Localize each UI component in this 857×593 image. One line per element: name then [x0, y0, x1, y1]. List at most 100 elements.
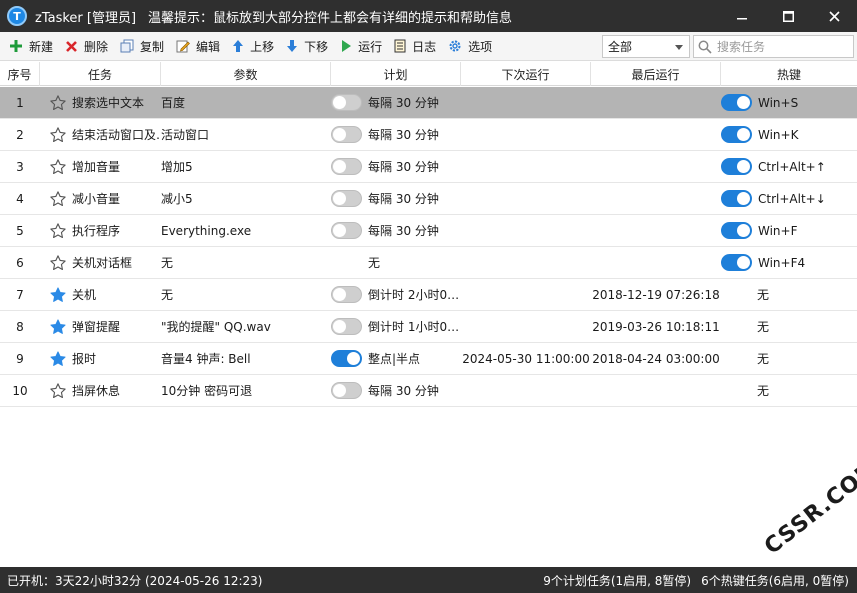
task-name: 报时 — [72, 352, 97, 366]
hotkey-toggle[interactable] — [721, 254, 752, 271]
plan-toggle[interactable] — [331, 222, 362, 239]
plan-text: 每隔 30 分钟 — [368, 128, 439, 142]
col-header-plan[interactable]: 计划 — [331, 62, 461, 86]
toggle-knob — [737, 224, 750, 237]
star-outline-icon[interactable] — [49, 94, 67, 112]
minimize-button[interactable] — [719, 0, 765, 32]
plan-text: 无 — [368, 256, 381, 270]
table-row[interactable]: 4 减小音量 减小5 每隔 30 分钟 Ctrl+Alt+↓ — [0, 183, 857, 215]
hotkey-cell: Win+K — [721, 126, 857, 143]
plan-text: 每隔 30 分钟 — [368, 384, 439, 398]
star-outline-icon[interactable] — [49, 158, 67, 176]
table-row[interactable]: 10 挡屏休息 10分钟 密码可退 每隔 30 分钟 无 — [0, 375, 857, 407]
chevron-down-icon — [675, 45, 683, 50]
table-row[interactable]: 6 关机对话框 无 无 Win+F4 — [0, 247, 857, 279]
star-outline-icon[interactable] — [49, 254, 67, 272]
hotkey-text: Ctrl+Alt+↑ — [758, 159, 826, 174]
plan-toggle[interactable] — [331, 286, 362, 303]
options-label: 选项 — [468, 39, 493, 54]
plan-toggle[interactable] — [331, 190, 362, 207]
close-icon — [828, 10, 840, 22]
table-row[interactable]: 8 弹窗提醒 "我的提醒" QQ.wav 倒计时 1小时0… 2019-03-26 10… — [0, 311, 857, 343]
hotkey-toggle[interactable] — [721, 158, 752, 175]
plan-cell: 无 — [331, 254, 461, 271]
hotkey-cell: 无 — [721, 382, 857, 399]
last-run-cell: 2019-03-26 10:18:11 — [592, 319, 720, 334]
col-header-last-run[interactable]: 最后运行 — [591, 62, 721, 86]
maximize-button[interactable] — [765, 0, 811, 32]
table-row[interactable]: 5 执行程序 Everything.exe 每隔 30 分钟 Win+F — [0, 215, 857, 247]
hotkey-toggle[interactable] — [721, 190, 752, 207]
plan-toggle[interactable] — [331, 318, 362, 335]
row-number: 4 — [16, 191, 24, 206]
close-button[interactable] — [811, 0, 857, 32]
plan-cell: 每隔 30 分钟 — [331, 222, 461, 239]
hotkey-toggle[interactable] — [721, 94, 752, 111]
star-outline-icon[interactable] — [49, 222, 67, 240]
col-header-next-run[interactable]: 下次运行 — [461, 62, 591, 86]
plan-toggle[interactable] — [331, 158, 362, 175]
hotkey-text: Win+S — [758, 95, 799, 110]
star-filled-icon[interactable] — [49, 350, 67, 368]
star-filled-icon[interactable] — [49, 318, 67, 336]
copy-button[interactable]: 复制 — [115, 34, 169, 58]
move-down-label: 下移 — [304, 39, 329, 54]
plan-toggle[interactable] — [331, 382, 362, 399]
row-number: 1 — [16, 95, 24, 110]
col-header-param[interactable]: 参数 — [161, 62, 331, 86]
toggle-knob — [333, 288, 346, 301]
star-outline-icon[interactable] — [49, 126, 67, 144]
toggle-knob — [737, 192, 750, 205]
param-cell: 10分钟 密码可退 — [161, 384, 253, 398]
row-number: 7 — [16, 287, 24, 302]
window-controls — [719, 0, 857, 32]
hotkey-text: 无 — [757, 288, 770, 302]
hotkey-toggle[interactable] — [721, 126, 752, 143]
run-button[interactable]: 运行 — [335, 34, 387, 58]
star-filled-icon[interactable] — [49, 286, 67, 304]
plan-toggle[interactable] — [331, 350, 362, 367]
hotkey-text: Win+F — [758, 223, 798, 238]
table-row[interactable]: 7 关机 无 倒计时 2小时0… 2018-12-19 07:26:18 无 — [0, 279, 857, 311]
edit-button[interactable]: 编辑 — [171, 34, 225, 58]
task-name: 搜索选中文本 — [72, 96, 145, 110]
plan-text: 整点|半点 — [368, 352, 421, 366]
move-down-button[interactable]: 下移 — [281, 34, 333, 58]
star-outline-icon[interactable] — [49, 190, 67, 208]
options-button[interactable]: 选项 — [443, 34, 497, 58]
hotkey-text: 无 — [757, 352, 770, 366]
plan-toggle[interactable] — [331, 94, 362, 111]
plan-toggle[interactable] — [331, 126, 362, 143]
task-cell: 搜索选中文本 — [40, 94, 161, 112]
hotkey-toggle[interactable] — [721, 222, 752, 239]
log-button[interactable]: 日志 — [389, 34, 441, 58]
toggle-knob — [737, 96, 750, 109]
search-input[interactable] — [717, 39, 847, 54]
uptime-status: 已开机：3天22小时32分 (2024-05-26 12:23) — [7, 573, 263, 588]
plan-text: 每隔 30 分钟 — [368, 192, 439, 206]
col-header-hotkey[interactable]: 热键 — [721, 62, 857, 86]
toggle-knob — [333, 128, 346, 141]
task-filter-select[interactable]: 全部 — [602, 35, 690, 58]
hotkey-cell: Win+F4 — [721, 254, 857, 271]
table-header: 序号 任务 参数 计划 下次运行 最后运行 热键 — [0, 62, 857, 86]
table-row[interactable]: 2 结束活动窗口及… 活动窗口 每隔 30 分钟 Win+K — [0, 119, 857, 151]
hotkey-cell: 无 — [721, 350, 857, 367]
plan-cell: 整点|半点 — [331, 350, 461, 367]
star-outline-icon[interactable] — [49, 382, 67, 400]
table-row[interactable]: 1 搜索选中文本 百度 每隔 30 分钟 Win+S — [0, 87, 857, 119]
col-header-no[interactable]: 序号 — [0, 62, 40, 86]
param-cell: "我的提醒" QQ.wav — [161, 320, 271, 334]
hotkey-text: Ctrl+Alt+↓ — [758, 191, 826, 206]
table-row[interactable]: 3 增加音量 增加5 每隔 30 分钟 Ctrl+Alt+↑ — [0, 151, 857, 183]
task-count-status: 9个计划任务(1启用, 8暂停) 6个热键任务(6启用, 0暂停) — [543, 572, 849, 589]
task-name: 结束活动窗口及… — [72, 128, 161, 142]
task-cell: 结束活动窗口及… — [40, 126, 161, 144]
table-row[interactable]: 9 报时 音量4 钟声: Bell 整点|半点 2024-05-30 11:00:00 2… — [0, 343, 857, 375]
move-up-button[interactable]: 上移 — [227, 34, 279, 58]
plan-task-count: 9个计划任务(1启用, 8暂停) — [543, 573, 692, 588]
col-header-task[interactable]: 任务 — [40, 62, 161, 86]
delete-button[interactable]: 删除 — [60, 34, 113, 58]
last-run-cell: 2018-04-24 03:00:00 — [592, 351, 720, 366]
new-button[interactable]: 新建 — [4, 34, 58, 58]
